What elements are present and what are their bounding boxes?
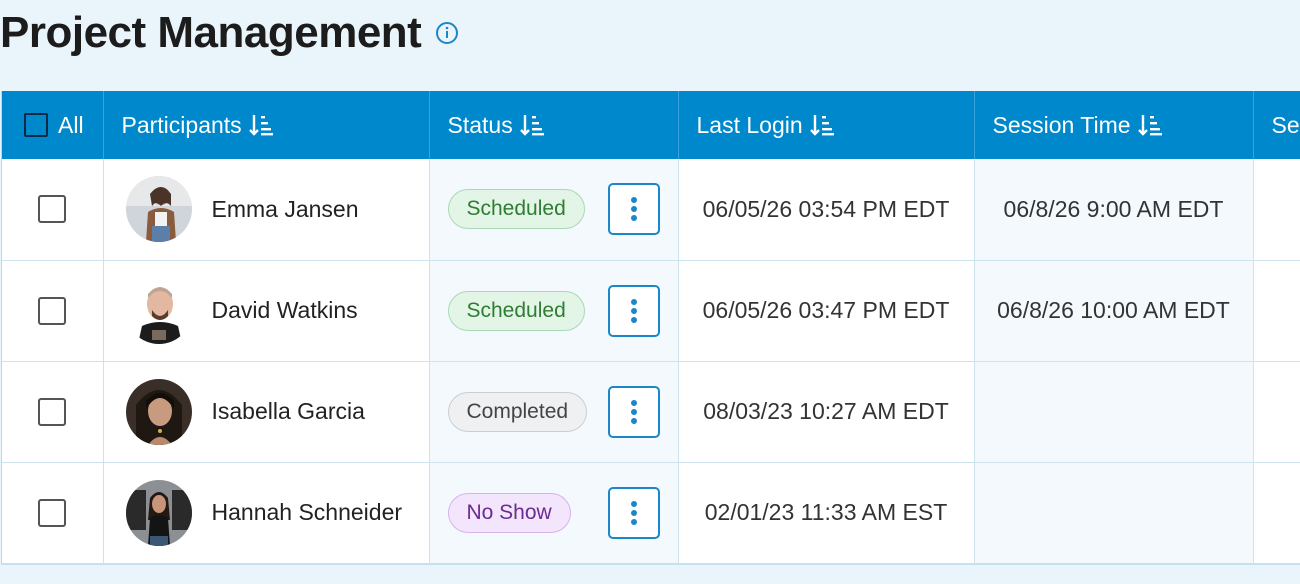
participant-cell: Emma Jansen bbox=[103, 159, 430, 261]
participant-cell: Hannah Schneider bbox=[103, 462, 430, 563]
header-partial-column[interactable]: Se bbox=[1253, 91, 1300, 159]
header-last-login[interactable]: Last Login bbox=[678, 91, 975, 159]
avatar bbox=[125, 378, 192, 445]
last-login-cell: 02/01/23 11:33 AM EST bbox=[678, 462, 975, 563]
session-time-cell: 06/8/26 9:00 AM EDT bbox=[974, 159, 1254, 261]
title-row: Project Management bbox=[0, 8, 459, 58]
participant-name: Isabella Garcia bbox=[211, 398, 365, 424]
participant-name: Hannah Schneider bbox=[211, 499, 403, 525]
table-row: Isabella Garcia Completed 08/03/23 10:27… bbox=[2, 361, 1300, 463]
row-checkbox[interactable] bbox=[38, 195, 67, 224]
status-cell: Completed bbox=[429, 361, 679, 463]
table-row: David Watkins Scheduled 06/05/26 03:47 P… bbox=[2, 260, 1300, 362]
header-last-login-label: Last Login bbox=[696, 111, 803, 138]
more-vertical-icon bbox=[630, 298, 637, 323]
session-time-cell bbox=[974, 361, 1254, 463]
status-cell: No Show bbox=[429, 462, 679, 563]
status-badge: Completed bbox=[447, 391, 588, 432]
participant-cell: David Watkins bbox=[103, 260, 430, 362]
avatar bbox=[125, 277, 192, 344]
last-login-cell: 06/05/26 03:54 PM EDT bbox=[678, 159, 975, 261]
partial-cell bbox=[1253, 260, 1300, 362]
last-login-cell: 06/05/26 03:47 PM EDT bbox=[678, 260, 975, 362]
status-badge: Scheduled bbox=[447, 189, 585, 230]
more-options-button[interactable] bbox=[607, 486, 660, 539]
table-header-row: All Participants Status Last Login Sessi… bbox=[2, 91, 1300, 159]
partial-cell bbox=[1253, 361, 1300, 463]
participant-name: David Watkins bbox=[211, 297, 358, 323]
session-time-cell bbox=[974, 462, 1254, 563]
row-checkbox[interactable] bbox=[38, 397, 67, 426]
header-select-all[interactable]: All bbox=[2, 91, 104, 159]
partial-cell bbox=[1253, 159, 1300, 261]
header-status[interactable]: Status bbox=[429, 91, 679, 159]
row-checkbox[interactable] bbox=[38, 296, 67, 325]
header-session-time[interactable]: Session Time bbox=[974, 91, 1254, 159]
avatar bbox=[125, 176, 192, 243]
row-select-cell bbox=[2, 159, 104, 261]
last-login-cell: 08/03/23 10:27 AM EDT bbox=[678, 361, 975, 463]
header-participants[interactable]: Participants bbox=[103, 91, 430, 159]
select-all-checkbox[interactable] bbox=[24, 113, 48, 137]
more-options-button[interactable] bbox=[607, 284, 660, 337]
avatar bbox=[125, 479, 192, 546]
header-status-label: Status bbox=[447, 111, 513, 138]
header-partial-label: Se bbox=[1271, 111, 1300, 138]
more-vertical-icon bbox=[630, 197, 637, 222]
info-icon[interactable] bbox=[435, 21, 459, 45]
row-select-cell bbox=[2, 462, 104, 563]
more-vertical-icon bbox=[630, 500, 637, 525]
sort-icon[interactable] bbox=[519, 112, 545, 138]
row-select-cell bbox=[2, 361, 104, 463]
more-vertical-icon bbox=[630, 399, 637, 424]
status-cell: Scheduled bbox=[429, 260, 679, 362]
status-badge: No Show bbox=[447, 492, 571, 533]
status-badge: Scheduled bbox=[447, 290, 585, 331]
status-cell: Scheduled bbox=[429, 159, 679, 261]
more-options-button[interactable] bbox=[607, 385, 660, 438]
sort-icon[interactable] bbox=[1137, 112, 1163, 138]
row-select-cell bbox=[2, 260, 104, 362]
table-row: Emma Jansen Scheduled 06/05/26 03:54 PM … bbox=[2, 159, 1300, 261]
table-row: Hannah Schneider No Show 02/01/23 11:33 … bbox=[2, 462, 1300, 563]
select-all-label: All bbox=[58, 111, 84, 138]
session-time-cell: 06/8/26 10:00 AM EDT bbox=[974, 260, 1254, 362]
participants-table: All Participants Status Last Login Sessi… bbox=[1, 91, 1300, 565]
sort-icon[interactable] bbox=[248, 112, 274, 138]
row-checkbox[interactable] bbox=[38, 498, 67, 527]
header-participants-label: Participants bbox=[121, 111, 242, 138]
participant-cell: Isabella Garcia bbox=[103, 361, 430, 463]
header-session-time-label: Session Time bbox=[992, 111, 1131, 138]
participant-name: Emma Jansen bbox=[211, 195, 359, 222]
more-options-button[interactable] bbox=[607, 183, 660, 236]
partial-cell bbox=[1253, 462, 1300, 563]
sort-icon[interactable] bbox=[809, 112, 835, 138]
page-title: Project Management bbox=[0, 8, 422, 57]
